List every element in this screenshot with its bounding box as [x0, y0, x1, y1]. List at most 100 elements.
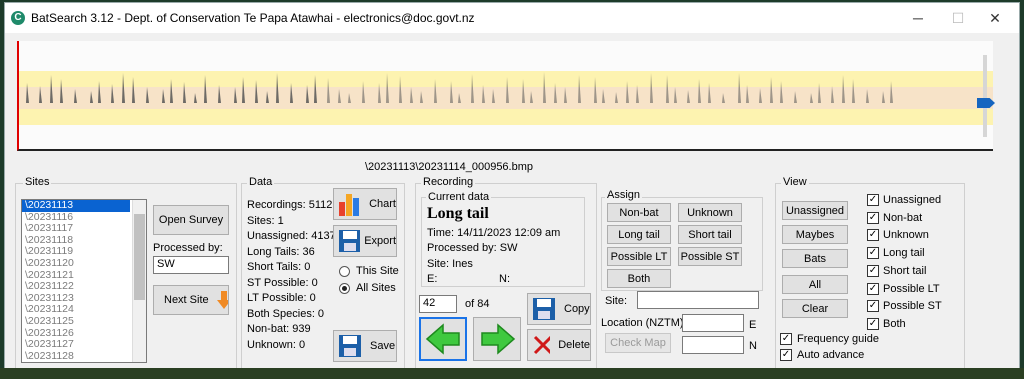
data-stat-line: Non-bat: 939	[247, 323, 311, 335]
site-input-label: Site:	[605, 295, 628, 307]
easting-label: E:	[427, 273, 438, 285]
current-data-legend: Current data	[426, 191, 492, 203]
bat-call-marks	[26, 72, 893, 103]
view-checkbox-label: Unassigned	[883, 194, 942, 206]
open-survey-button[interactable]: Open Survey	[153, 205, 229, 235]
site-list-item[interactable]: \20231122	[22, 281, 146, 293]
this-site-radio[interactable]	[339, 266, 350, 277]
all-sites-label: All Sites	[356, 282, 396, 294]
spectrogram[interactable]	[17, 41, 993, 151]
all-sites-radio[interactable]	[339, 283, 350, 294]
view-button-maybes[interactable]: Maybes	[782, 225, 848, 244]
sites-legend: Sites	[23, 176, 52, 188]
assign-button-both[interactable]: Both	[607, 269, 671, 288]
data-legend: Data	[247, 176, 275, 188]
copy-label: Copy	[564, 303, 590, 315]
view-checkbox[interactable]: ✓	[867, 264, 879, 277]
site-list-item[interactable]: \20231127	[22, 339, 146, 351]
easting-unit-label: E	[749, 319, 757, 331]
title-bar: C BatSearch 3.12 - Dept. of Conservation…	[5, 3, 1019, 33]
auto-advance-checkbox[interactable]: ✓	[780, 349, 792, 361]
export-label: Export	[364, 235, 396, 247]
frequency-guide-checkbox[interactable]: ✓	[780, 333, 792, 345]
frequency-slider-track[interactable]	[983, 55, 987, 137]
view-checkbox-label: Long tail	[883, 247, 925, 260]
copy-button[interactable]: Copy	[527, 293, 591, 325]
northing-label: N:	[499, 273, 510, 285]
site-list-item[interactable]: \20231125	[22, 315, 146, 328]
assign-legend: Assign	[605, 189, 643, 201]
data-stat-line: ST Possible: 0	[247, 276, 318, 289]
data-stat-line: Long Tails: 36	[247, 245, 315, 258]
species-label: Long tail	[427, 205, 489, 222]
data-stat-line: Unassigned: 4137	[247, 230, 336, 242]
assign-button-unknown[interactable]: Unknown	[678, 203, 742, 222]
close-button[interactable]: ✕	[980, 7, 1010, 29]
check-map-button[interactable]: Check Map	[605, 333, 671, 353]
save-button[interactable]: Save	[333, 330, 397, 362]
minimize-button[interactable]: ─	[903, 7, 933, 29]
view-checkbox[interactable]: ✓	[867, 317, 879, 330]
delete-button[interactable]: Delete	[527, 329, 591, 361]
view-checkbox[interactable]: ✓	[867, 282, 879, 295]
view-checkbox[interactable]: ✓	[867, 300, 879, 313]
easting-input[interactable]	[682, 314, 744, 332]
floppy-disk-icon	[339, 230, 361, 252]
site-list-item[interactable]: \20231113	[22, 200, 130, 212]
floppy-disk-icon	[533, 298, 555, 320]
assign-button-long-tail[interactable]: Long tail	[607, 225, 671, 244]
maximize-button[interactable]: ☐	[943, 7, 973, 29]
floppy-disk-icon	[339, 335, 361, 357]
data-stat-line: LT Possible: 0	[247, 292, 316, 304]
view-legend: View	[781, 176, 809, 188]
next-site-button[interactable]: Next Site	[153, 285, 229, 315]
site-list-item[interactable]: \20231120	[22, 257, 146, 270]
sites-listbox[interactable]: \20231113 \20231116 \20231117 \20231118 \202…	[21, 199, 147, 363]
chart-label: Chart	[369, 198, 396, 210]
window-title: BatSearch 3.12 - Dept. of Conservation T…	[31, 11, 475, 25]
view-checkbox-label: Possible ST	[883, 300, 942, 313]
sites-scrollbar[interactable]	[132, 200, 146, 362]
delete-label: Delete	[558, 339, 590, 351]
location-label: Location (NZTM):	[601, 317, 687, 329]
app-window: C BatSearch 3.12 - Dept. of Conservation…	[4, 2, 1020, 376]
view-checkbox-label: Unknown	[883, 229, 929, 242]
time-label: Time: 14/11/2023 12:09 am	[427, 227, 561, 239]
view-checkbox-label: Short tail	[883, 264, 927, 277]
save-label: Save	[370, 340, 396, 352]
delete-x-icon	[533, 335, 551, 355]
export-button[interactable]: Export	[333, 225, 397, 257]
next-button[interactable]	[473, 317, 521, 361]
chart-button[interactable]: Chart	[333, 188, 397, 220]
view-button-all[interactable]: All	[782, 275, 848, 294]
assign-button-short-tail[interactable]: Short tail	[678, 225, 742, 244]
processed-by-label: Processed by:	[153, 242, 223, 254]
view-checkbox-label: Possible LT	[883, 282, 940, 295]
right-arrow-icon	[481, 323, 516, 355]
next-site-label: Next Site	[164, 294, 209, 306]
data-stat-line: Short Tails: 0	[247, 261, 311, 273]
view-checkbox[interactable]: ✓	[867, 229, 879, 242]
recording-legend: Recording	[421, 176, 476, 188]
site-list-item[interactable]: \20231128	[22, 350, 146, 362]
view-button-unassigned[interactable]: Unassigned	[782, 201, 848, 220]
northing-input[interactable]	[682, 336, 744, 354]
assign-button-non-bat[interactable]: Non-bat	[607, 203, 671, 222]
northing-unit-label: N	[749, 340, 757, 352]
file-name-label: \20231113\20231114_000956.bmp	[365, 161, 534, 173]
assign-button-possible-st[interactable]: Possible ST	[678, 247, 742, 266]
assign-button-possible-lt[interactable]: Possible LT	[607, 247, 671, 266]
processed-by-input[interactable]: SW	[153, 256, 229, 274]
view-button-bats[interactable]: Bats	[782, 249, 848, 268]
view-checkbox[interactable]: ✓	[867, 211, 879, 224]
recording-index-input[interactable]: 42	[419, 295, 457, 313]
previous-button[interactable]	[419, 317, 467, 361]
frequency-guide-label: Frequency guide	[797, 333, 879, 345]
view-button-clear[interactable]: Clear	[782, 299, 848, 318]
view-checkbox[interactable]: ✓	[867, 194, 879, 206]
site-input[interactable]	[637, 291, 759, 309]
view-checkbox[interactable]: ✓	[867, 247, 879, 260]
site-display: Site: Ines	[427, 258, 473, 270]
recording-total-label: of 84	[465, 298, 490, 310]
data-stat-line: Sites: 1	[247, 214, 284, 227]
